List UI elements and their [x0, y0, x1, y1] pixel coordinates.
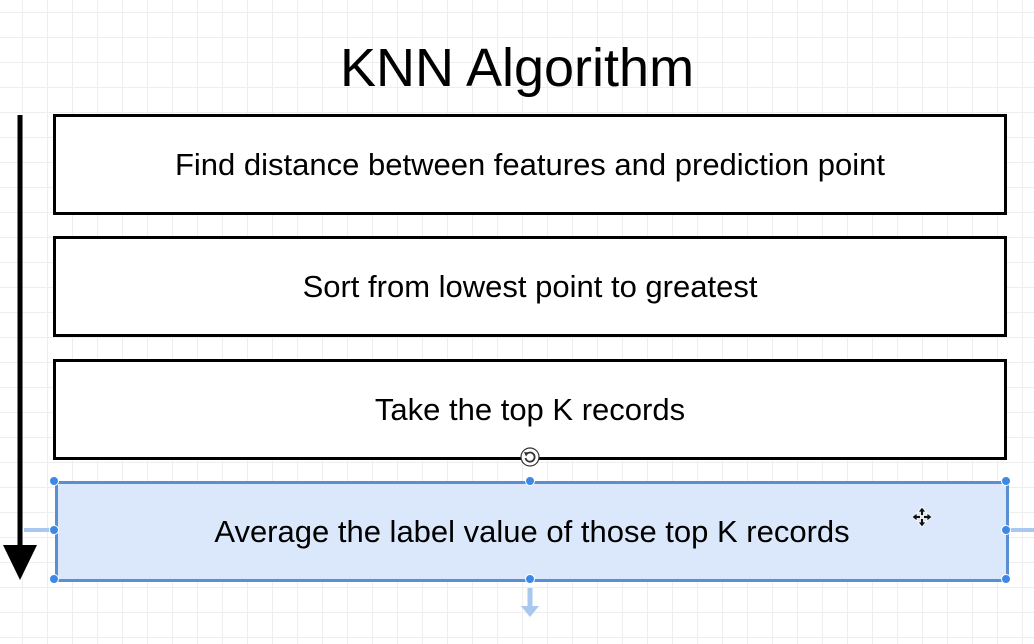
step-label: Take the top K records	[374, 391, 686, 427]
resize-handle-right[interactable]	[1001, 525, 1011, 535]
step-label: Sort from lowest point to greatest	[302, 268, 758, 304]
move-cursor-icon	[911, 506, 933, 528]
resize-handle-bottom-left[interactable]	[49, 574, 59, 584]
step-box-take-top-k[interactable]: Take the top K records	[53, 359, 1007, 460]
guide-arrow-right[interactable]	[1008, 521, 1034, 539]
resize-handle-top[interactable]	[525, 476, 535, 486]
resize-handle-left[interactable]	[49, 525, 59, 535]
step-box-sort[interactable]: Sort from lowest point to greatest	[53, 236, 1007, 337]
resize-handle-bottom[interactable]	[525, 574, 535, 584]
step-label: Average the label value of those top K r…	[214, 513, 850, 549]
flow-arrow	[3, 115, 37, 580]
resize-handle-top-left[interactable]	[49, 476, 59, 486]
step-box-find-distance[interactable]: Find distance between features and predi…	[53, 114, 1007, 215]
step-label: Find distance between features and predi…	[174, 146, 886, 182]
resize-handle-bottom-right[interactable]	[1001, 574, 1011, 584]
diagram-title: KNN Algorithm	[339, 38, 695, 98]
resize-handle-top-right[interactable]	[1001, 476, 1011, 486]
step-box-average-selected[interactable]: Average the label value of those top K r…	[55, 481, 1009, 582]
rotate-handle-icon[interactable]	[519, 446, 541, 468]
guide-arrow-down[interactable]	[518, 586, 542, 620]
